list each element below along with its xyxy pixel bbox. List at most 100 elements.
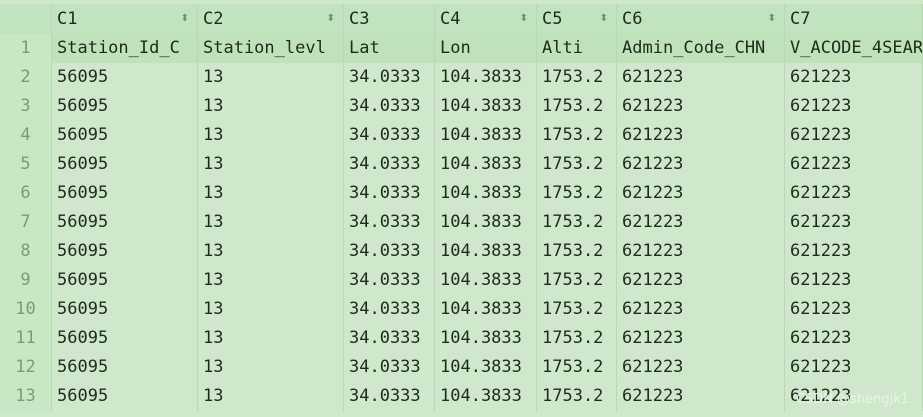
row-number[interactable]: 1 [0,34,52,63]
table-cell[interactable]: 13 [198,150,344,179]
table-row[interactable]: 5 56095 13 34.0333 104.3833 1753.2 621223 62122… [0,150,923,179]
table-cell[interactable]: 104.3833 [435,92,537,121]
table-cell[interactable]: 13 [198,382,344,411]
table-cell[interactable]: 104.3833 [435,324,537,353]
sort-arrows-icon[interactable]: ⬍ [181,4,189,34]
table-cell[interactable]: 34.0333 [344,63,435,92]
table-cell[interactable]: 34.0333 [344,208,435,237]
table-cell[interactable]: Alti [537,34,617,63]
table-cell[interactable]: 34.0333 [344,150,435,179]
row-number[interactable]: 10 [0,295,52,324]
table-cell[interactable]: 104.3833 [435,382,537,411]
table-cell[interactable]: 1753.2 [537,92,617,121]
table-cell[interactable]: 104.3833 [435,63,537,92]
table-cell[interactable]: 1753.2 [537,295,617,324]
column-header-c3[interactable]: C3 [344,4,435,34]
table-cell[interactable]: 621223 [617,353,785,382]
table-row[interactable]: 8 56095 13 34.0333 104.3833 1753.2 621223 62122… [0,237,923,266]
table-cell[interactable]: 621223 [617,208,785,237]
table-cell[interactable]: Lat [344,34,435,63]
table-cell[interactable]: 56095 [52,63,198,92]
table-cell[interactable]: 1753.2 [537,237,617,266]
table-cell[interactable]: 621223 [785,324,923,353]
table-cell[interactable]: 56095 [52,121,198,150]
table-row[interactable]: 12 56095 13 34.0333 104.3833 1753.2 621223 6212… [0,353,923,382]
table-cell[interactable]: 104.3833 [435,266,537,295]
table-cell[interactable]: Lon [435,34,537,63]
table-cell[interactable]: 34.0333 [344,353,435,382]
table-cell[interactable]: 13 [198,295,344,324]
table-cell[interactable]: 13 [198,237,344,266]
table-cell[interactable]: 104.3833 [435,353,537,382]
table-cell[interactable]: 621223 [785,295,923,324]
table-cell[interactable]: 104.3833 [435,208,537,237]
table-cell[interactable]: 1753.2 [537,150,617,179]
table-row[interactable]: 11 56095 13 34.0333 104.3833 1753.2 621223 6212… [0,324,923,353]
table-cell[interactable]: 13 [198,121,344,150]
table-row[interactable]: 3 56095 13 34.0333 104.3833 1753.2 621223 62122… [0,92,923,121]
table-cell[interactable]: 13 [198,208,344,237]
column-header-c2[interactable]: C2 ⬍ [198,4,344,34]
table-cell[interactable]: 621223 [617,237,785,266]
table-cell[interactable]: 1753.2 [537,382,617,411]
table-cell[interactable]: 56095 [52,295,198,324]
table-cell[interactable]: 34.0333 [344,179,435,208]
column-header-c7[interactable]: C7 [785,4,923,34]
column-header-c5[interactable]: C5 ⬍ [537,4,617,34]
table-cell[interactable]: 56095 [52,266,198,295]
table-cell[interactable]: 621223 [785,63,923,92]
table-cell[interactable]: 621223 [617,179,785,208]
row-number[interactable]: 9 [0,266,52,295]
sort-arrows-icon[interactable]: ⬍ [768,4,776,34]
table-cell[interactable]: 1753.2 [537,179,617,208]
table-row[interactable]: 10 56095 13 34.0333 104.3833 1753.2 621223 6212… [0,295,923,324]
table-row[interactable]: 2 56095 13 34.0333 104.3833 1753.2 621223 62122… [0,63,923,92]
table-cell[interactable]: 104.3833 [435,237,537,266]
table-cell[interactable]: 13 [198,92,344,121]
table-cell[interactable]: 1753.2 [537,208,617,237]
table-cell[interactable]: 621223 [617,63,785,92]
sort-arrows-icon[interactable]: ⬍ [520,4,528,34]
table-cell[interactable]: 621223 [785,237,923,266]
table-cell[interactable]: 56095 [52,150,198,179]
table-cell[interactable]: 621223 [617,295,785,324]
table-cell[interactable]: Station_levl [198,34,344,63]
row-number[interactable]: 4 [0,121,52,150]
table-cell[interactable]: 621223 [617,382,785,411]
table-cell[interactable]: 13 [198,324,344,353]
table-cell[interactable]: Admin_Code_CHN [617,34,785,63]
table-cell[interactable]: 56095 [52,179,198,208]
table-cell[interactable]: 621223 [617,121,785,150]
table-cell[interactable]: 621223 [617,324,785,353]
row-number[interactable]: 13 [0,382,52,411]
table-cell[interactable]: 56095 [52,208,198,237]
table-cell[interactable]: 1753.2 [537,266,617,295]
table-cell[interactable]: 1753.2 [537,353,617,382]
row-number[interactable]: 11 [0,324,52,353]
table-cell[interactable]: 56095 [52,353,198,382]
table-cell[interactable]: V_ACODE_4SEAR [785,34,923,63]
table-cell[interactable]: 56095 [52,324,198,353]
table-row[interactable]: 9 56095 13 34.0333 104.3833 1753.2 621223 62122… [0,266,923,295]
table-cell[interactable]: 104.3833 [435,179,537,208]
table-cell[interactable]: 56095 [52,237,198,266]
table-cell[interactable]: 34.0333 [344,295,435,324]
table-cell[interactable]: 621223 [617,92,785,121]
row-number[interactable]: 6 [0,179,52,208]
column-header-c1[interactable]: C1 ⬍ [52,4,198,34]
table-cell[interactable]: 13 [198,179,344,208]
row-number[interactable]: 7 [0,208,52,237]
row-number[interactable]: 2 [0,63,52,92]
table-row[interactable]: 7 56095 13 34.0333 104.3833 1753.2 621223 62122… [0,208,923,237]
row-number[interactable]: 5 [0,150,52,179]
table-cell[interactable]: 13 [198,63,344,92]
table-cell[interactable]: 1753.2 [537,324,617,353]
table-cell[interactable]: 621223 [785,121,923,150]
table-cell[interactable]: 621223 [785,208,923,237]
table-cell[interactable]: 13 [198,266,344,295]
table-cell[interactable]: 621223 [785,353,923,382]
table-cell[interactable]: 34.0333 [344,324,435,353]
table-cell[interactable]: 34.0333 [344,382,435,411]
row-number[interactable]: 3 [0,92,52,121]
row-number[interactable]: 8 [0,237,52,266]
